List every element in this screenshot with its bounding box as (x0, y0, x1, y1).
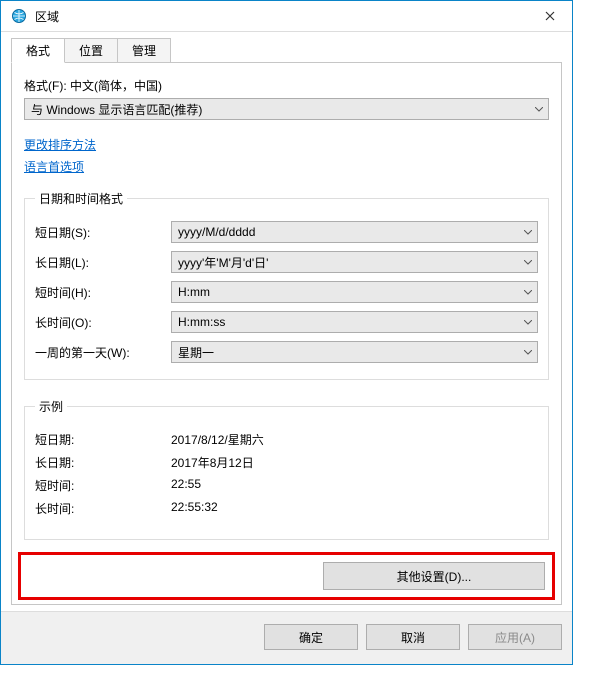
cancel-label: 取消 (401, 629, 425, 646)
short-date-label: 短日期(S): (35, 224, 171, 241)
tab-format-label: 格式 (26, 44, 50, 58)
first-day-select[interactable]: 星期一 (171, 341, 538, 363)
tab-location[interactable]: 位置 (64, 38, 118, 62)
region-dialog: 区域 格式 位置 管理 格式(F): 中文(简体，中国) 与 Windows 显… (0, 0, 573, 665)
ex-short-date-label: 短日期: (35, 431, 171, 448)
long-date-value: yyyy'年'M'月'd'日' (178, 254, 268, 271)
region-app-icon (9, 6, 29, 26)
additional-settings-button[interactable]: 其他设置(D)... (323, 562, 545, 590)
ex-short-time-value: 22:55 (171, 477, 538, 494)
link-language-prefs[interactable]: 语言首选项 (24, 156, 84, 178)
short-time-value: H:mm (178, 285, 210, 299)
ex-long-date-label: 长日期: (35, 454, 171, 471)
datetime-legend: 日期和时间格式 (35, 190, 127, 207)
chevron-down-icon (519, 282, 537, 302)
tab-location-label: 位置 (79, 44, 103, 58)
tab-admin-label: 管理 (132, 44, 156, 58)
cancel-button[interactable]: 取消 (366, 624, 460, 650)
first-day-label: 一周的第一天(W): (35, 344, 171, 361)
dialog-footer: 确定 取消 应用(A) (1, 611, 572, 664)
window-title: 区域 (35, 8, 59, 25)
short-date-value: yyyy/M/d/dddd (178, 225, 255, 239)
ex-long-time-value: 22:55:32 (171, 500, 538, 517)
additional-settings-label: 其他设置(D)... (397, 568, 472, 585)
short-time-select[interactable]: H:mm (171, 281, 538, 303)
short-time-label: 短时间(H): (35, 284, 171, 301)
examples-legend: 示例 (35, 398, 67, 415)
links: 更改排序方法 语言首选项 (24, 134, 549, 178)
long-date-label: 长日期(L): (35, 254, 171, 271)
close-icon (545, 11, 555, 21)
close-button[interactable] (527, 1, 572, 31)
first-day-value: 星期一 (178, 344, 214, 361)
ex-long-time-label: 长时间: (35, 500, 171, 517)
ex-long-date-value: 2017年8月12日 (171, 454, 538, 471)
short-date-select[interactable]: yyyy/M/d/dddd (171, 221, 538, 243)
tab-admin[interactable]: 管理 (117, 38, 171, 62)
chevron-down-icon (519, 222, 537, 242)
link-change-sort[interactable]: 更改排序方法 (24, 134, 96, 156)
tabstrip: 格式 位置 管理 (11, 38, 562, 63)
format-select-value: 与 Windows 显示语言匹配(推荐) (31, 101, 202, 118)
apply-button[interactable]: 应用(A) (468, 624, 562, 650)
format-select[interactable]: 与 Windows 显示语言匹配(推荐) (24, 98, 549, 120)
examples-group: 示例 短日期: 2017/8/12/星期六 长日期: 2017年8月12日 短时… (24, 398, 549, 540)
datetime-group: 日期和时间格式 短日期(S): yyyy/M/d/dddd 长日期(L): yy… (24, 190, 549, 380)
ex-short-date-value: 2017/8/12/星期六 (171, 431, 538, 448)
ok-button[interactable]: 确定 (264, 624, 358, 650)
ok-label: 确定 (299, 629, 323, 646)
long-time-label: 长时间(O): (35, 314, 171, 331)
chevron-down-icon (530, 99, 548, 119)
chevron-down-icon (519, 252, 537, 272)
ex-short-time-label: 短时间: (35, 477, 171, 494)
chevron-down-icon (519, 342, 537, 362)
apply-label: 应用(A) (495, 629, 535, 646)
titlebar: 区域 (1, 1, 572, 32)
format-panel: 格式(F): 中文(简体，中国) 与 Windows 显示语言匹配(推荐) 更改… (11, 63, 562, 605)
chevron-down-icon (519, 312, 537, 332)
format-label: 格式(F): 中文(简体，中国) (24, 77, 549, 94)
long-time-value: H:mm:ss (178, 315, 225, 329)
long-date-select[interactable]: yyyy'年'M'月'd'日' (171, 251, 538, 273)
tab-format[interactable]: 格式 (11, 38, 65, 63)
long-time-select[interactable]: H:mm:ss (171, 311, 538, 333)
